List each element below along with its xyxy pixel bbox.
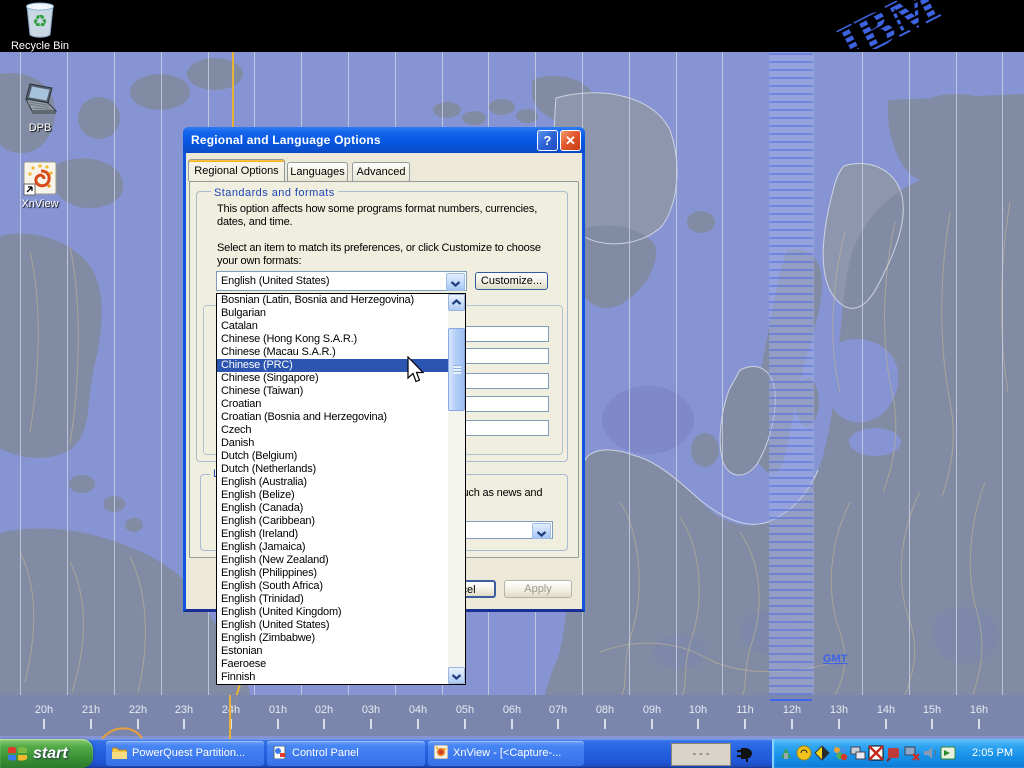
svg-text:20h: 20h xyxy=(35,704,53,716)
svg-text:11h: 11h xyxy=(736,704,754,716)
svg-text:21h: 21h xyxy=(82,704,100,716)
svg-text:13h: 13h xyxy=(830,704,848,716)
svg-text:02h: 02h xyxy=(315,704,333,716)
svg-text:♻: ♻ xyxy=(32,12,47,31)
svg-text:10h: 10h xyxy=(689,704,707,716)
svg-text:14h: 14h xyxy=(877,704,895,716)
svg-text:08h: 08h xyxy=(596,704,614,716)
svg-text:22h: 22h xyxy=(129,704,147,716)
svg-text:06h: 06h xyxy=(503,704,521,716)
svg-text:09h: 09h xyxy=(643,704,661,716)
svg-text:04h: 04h xyxy=(409,704,427,716)
svg-text:GMT: GMT xyxy=(823,653,848,665)
svg-text:23h: 23h xyxy=(175,704,193,716)
svg-text:07h: 07h xyxy=(549,704,567,716)
svg-text:01h: 01h xyxy=(269,704,287,716)
svg-text:03h: 03h xyxy=(362,704,380,716)
svg-text:15h: 15h xyxy=(923,704,941,716)
svg-text:16h: 16h xyxy=(970,704,988,716)
svg-text:12h: 12h xyxy=(783,704,801,716)
svg-text:05h: 05h xyxy=(456,704,474,716)
svg-text:IBM: IBM xyxy=(830,0,949,49)
